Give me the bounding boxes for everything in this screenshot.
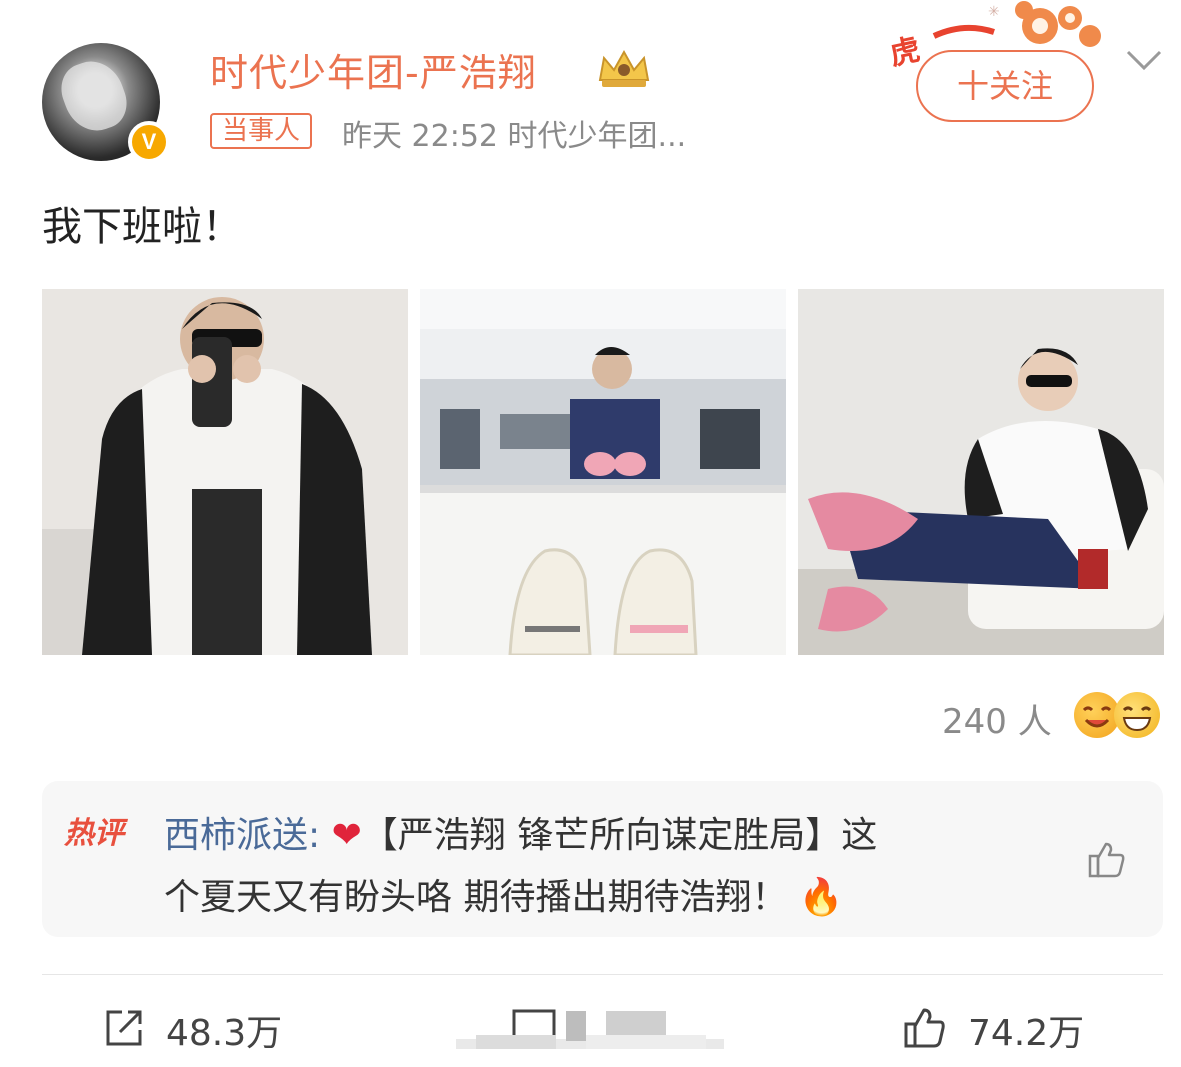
reactions-count[interactable]: 240 人 [942, 694, 1052, 743]
svg-text:虎: 虎 [887, 32, 924, 72]
comment-icon[interactable] [456, 1005, 724, 1055]
post-meta: 昨天 22:52 时代少年团... [342, 119, 687, 154]
heart-emoji: ❤ [331, 815, 362, 856]
follow-button[interactable]: 十关注 [916, 50, 1094, 122]
verified-icon: V [128, 121, 170, 163]
username[interactable]: 时代少年团-严浩翔 [210, 42, 537, 97]
commenter-name[interactable]: 西柿派送: [164, 815, 320, 856]
grin-emoji [1114, 692, 1160, 738]
svg-text:✳: ✳ [988, 4, 1000, 20]
hot-comment-text-1: 【严浩翔 锋芒所向谋定胜局】这 [361, 815, 878, 856]
hot-comment-text-2: 个夏天又有盼头咯 期待播出期待浩翔！ [164, 877, 788, 918]
hot-comment-line-2: 个夏天又有盼头咯 期待播出期待浩翔！ 🔥 [164, 868, 844, 920]
divider [42, 974, 1163, 975]
hot-comment-line-1: 西柿派送: ❤【严浩翔 锋芒所向谋定胜局】这 [164, 806, 877, 858]
fire-emoji: 🔥 [798, 877, 844, 918]
post-photo-2[interactable] [420, 289, 786, 655]
tag-badge: 当事人 [210, 113, 313, 149]
share-icon[interactable] [102, 1006, 146, 1050]
like-count[interactable]: 74.2万 [968, 1004, 1084, 1056]
chevron-down-icon[interactable] [1124, 44, 1164, 74]
post-photo-1[interactable] [42, 289, 408, 655]
comment-like-icon[interactable] [1084, 838, 1128, 882]
crown-icon [598, 49, 650, 87]
hot-comment-badge: 热评 [64, 816, 124, 851]
post-text: 我下班啦！ [42, 204, 242, 250]
like-icon[interactable] [902, 1006, 946, 1050]
post-photo-3[interactable] [798, 289, 1164, 655]
share-count[interactable]: 48.3万 [166, 1004, 282, 1056]
